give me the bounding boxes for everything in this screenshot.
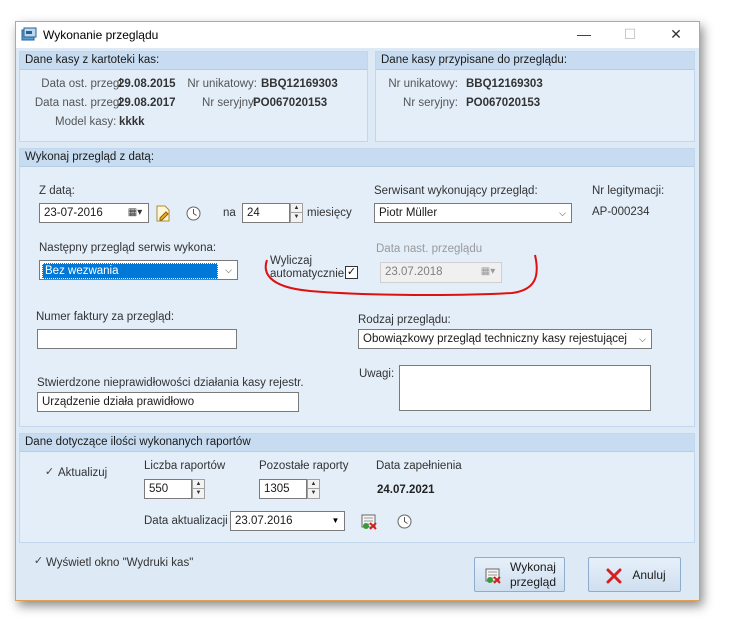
na-label: na xyxy=(223,207,236,219)
data-ost-value: 29.08.2015 xyxy=(118,78,176,90)
serwisant-value: Piotr Müller xyxy=(379,207,438,219)
z-daty-value: 23-07-2016 xyxy=(44,207,103,219)
wykonaj-label-line2: przegląd xyxy=(509,575,557,589)
nastepny-value: Bez wezwania xyxy=(42,263,218,279)
spin-down-icon[interactable]: ▼ xyxy=(193,489,204,498)
minimize-button[interactable]: — xyxy=(561,22,607,48)
spin-down-icon[interactable]: ▼ xyxy=(308,489,319,498)
stwierdzone-input[interactable]: Urządzenie działa prawidłowo xyxy=(37,392,299,412)
kasa-kartoteka-panel: Dane kasy z kartoteki kas: Data ost. prz… xyxy=(19,51,368,142)
spin-up-icon[interactable]: ▲ xyxy=(308,480,319,489)
kasa-przeglad-panel: Dane kasy przypisane do przeglądu: Nr un… xyxy=(375,51,695,142)
wydruki-checkbox[interactable]: ✓ xyxy=(32,556,45,569)
model-kasy-label: Model kasy: xyxy=(55,116,117,128)
wykonaj-przeglad-panel: Wykonaj przegląd z datą: Z datą: 23-07-2… xyxy=(19,148,695,427)
panel-header: Dane kasy z kartoteki kas: xyxy=(20,52,367,70)
data-nast-label: Data nast. przegl. xyxy=(34,97,125,109)
close-button[interactable]: ✕ xyxy=(653,22,699,48)
stwierdzone-label: Stwierdzone nieprawidłowości działania k… xyxy=(37,377,304,389)
data-aktualizacji-input[interactable]: 23.07.2016 ▼ xyxy=(230,511,345,531)
spin-down-icon[interactable]: ▼ xyxy=(291,213,302,222)
nr-unikatowy-label: Nr unikatowy: xyxy=(187,78,257,90)
faktura-input[interactable] xyxy=(37,329,237,349)
chevron-down-icon[interactable]: ⌵ xyxy=(220,261,237,279)
dialog-window: Wykonanie przeglądu — ☐ ✕ Dane kasy z ka… xyxy=(15,21,700,601)
rodzaj-select[interactable]: Obowiązkowy przegląd techniczny kasy rej… xyxy=(358,329,652,349)
title-bar: Wykonanie przeglądu — ☐ ✕ xyxy=(16,22,699,48)
nr-legitymacji-label: Nr legitymacji: xyxy=(592,185,665,197)
uwagi-textarea[interactable] xyxy=(399,365,651,411)
anuluj-button[interactable]: Anuluj xyxy=(588,557,681,592)
nr-unikatowy-label: Nr unikatowy: xyxy=(388,78,458,90)
data-ost-label: Data ost. przegl. xyxy=(41,78,125,90)
maximize-button[interactable]: ☐ xyxy=(607,22,653,48)
nr-seryjny-value: PO067020153 xyxy=(466,97,541,109)
calendar-dropdown-icon[interactable]: ▦▾ xyxy=(122,204,148,222)
miesiecy-spinner[interactable]: ▲ ▼ xyxy=(290,203,303,223)
serwisant-select[interactable]: Piotr Müller ⌵ xyxy=(374,203,572,223)
faktura-label: Numer faktury za przegląd: xyxy=(36,311,175,323)
dropdown-arrow-icon[interactable]: ▼ xyxy=(327,512,344,530)
liczba-raportow-spinner[interactable]: ▲ ▼ xyxy=(192,479,205,499)
panel-header: Dane dotyczące ilości wykonanych raportó… xyxy=(20,434,694,452)
clock-icon[interactable] xyxy=(186,206,201,221)
document-edit-icon[interactable] xyxy=(155,205,171,222)
liczba-raportow-label: Liczba raportów xyxy=(144,460,226,472)
panel-header: Wykonaj przegląd z datą: xyxy=(20,149,694,167)
nr-legitymacji-value: AP-000234 xyxy=(592,206,650,218)
nr-unikatowy-value: BBQ12169303 xyxy=(261,78,338,90)
wykonaj-przeglad-button[interactable]: Wykonaj przegląd xyxy=(474,557,565,592)
spin-up-icon[interactable]: ▲ xyxy=(291,204,302,213)
pozostale-raporty-input[interactable]: 1305 xyxy=(259,479,307,499)
miesiecy-label: miesięcy xyxy=(307,207,352,219)
refresh-icon[interactable] xyxy=(361,513,379,530)
z-daty-input[interactable]: 23-07-2016 ▦▾ xyxy=(39,203,149,223)
wykonaj-label-line1: Wykonaj xyxy=(510,560,556,574)
liczba-raportow-input[interactable]: 550 xyxy=(144,479,192,499)
clock-icon[interactable] xyxy=(397,514,412,529)
window-title: Wykonanie przeglądu xyxy=(43,28,159,42)
cancel-x-icon xyxy=(606,568,622,584)
wydruki-label: Wyświetl okno "Wydruki kas" xyxy=(46,557,194,569)
panel-header: Dane kasy przypisane do przeglądu: xyxy=(376,52,694,70)
serwisant-label: Serwisant wykonujący przegląd: xyxy=(374,185,538,197)
aktualizuj-label: Aktualizuj xyxy=(58,467,108,479)
nr-seryjny-label: Nr seryjny: xyxy=(202,97,257,109)
uwagi-label: Uwagi: xyxy=(359,368,395,380)
app-icon xyxy=(21,27,37,41)
execute-icon xyxy=(485,568,501,584)
red-annotation-icon xyxy=(264,254,538,297)
miesiecy-input[interactable]: 24 xyxy=(242,203,290,223)
nastepny-select[interactable]: Bez wezwania ⌵ xyxy=(39,260,238,280)
spin-up-icon[interactable]: ▲ xyxy=(193,480,204,489)
chevron-down-icon[interactable]: ⌵ xyxy=(634,330,651,348)
rodzaj-value: Obowiązkowy przegląd techniczny kasy rej… xyxy=(363,333,627,345)
z-daty-label: Z datą: xyxy=(39,185,75,197)
nastepny-label: Następny przegląd serwis wykona: xyxy=(39,242,217,254)
data-zapelnienia-label: Data zapełnienia xyxy=(376,460,462,472)
nr-seryjny-value: PO067020153 xyxy=(253,97,328,109)
nr-seryjny-label: Nr seryjny: xyxy=(403,97,458,109)
chevron-down-icon[interactable]: ⌵ xyxy=(554,204,571,222)
data-nast-value: 29.08.2017 xyxy=(118,97,176,109)
raporty-panel: Dane dotyczące ilości wykonanych raportó… xyxy=(19,433,695,543)
aktualizuj-checkbox[interactable]: ✓ xyxy=(43,467,56,480)
data-aktualizacji-value: 23.07.2016 xyxy=(235,515,293,527)
anuluj-label: Anuluj xyxy=(632,568,666,582)
pozostale-raporty-label: Pozostałe raporty xyxy=(259,460,349,472)
model-kasy-value: kkkk xyxy=(119,116,145,128)
pozostale-raporty-spinner[interactable]: ▲ ▼ xyxy=(307,479,320,499)
data-zapelnienia-value: 24.07.2021 xyxy=(377,484,435,496)
rodzaj-label: Rodzaj przeglądu: xyxy=(358,314,451,326)
data-aktualizacji-label: Data aktualizacji xyxy=(144,515,228,527)
nr-unikatowy-value: BBQ12169303 xyxy=(466,78,543,90)
